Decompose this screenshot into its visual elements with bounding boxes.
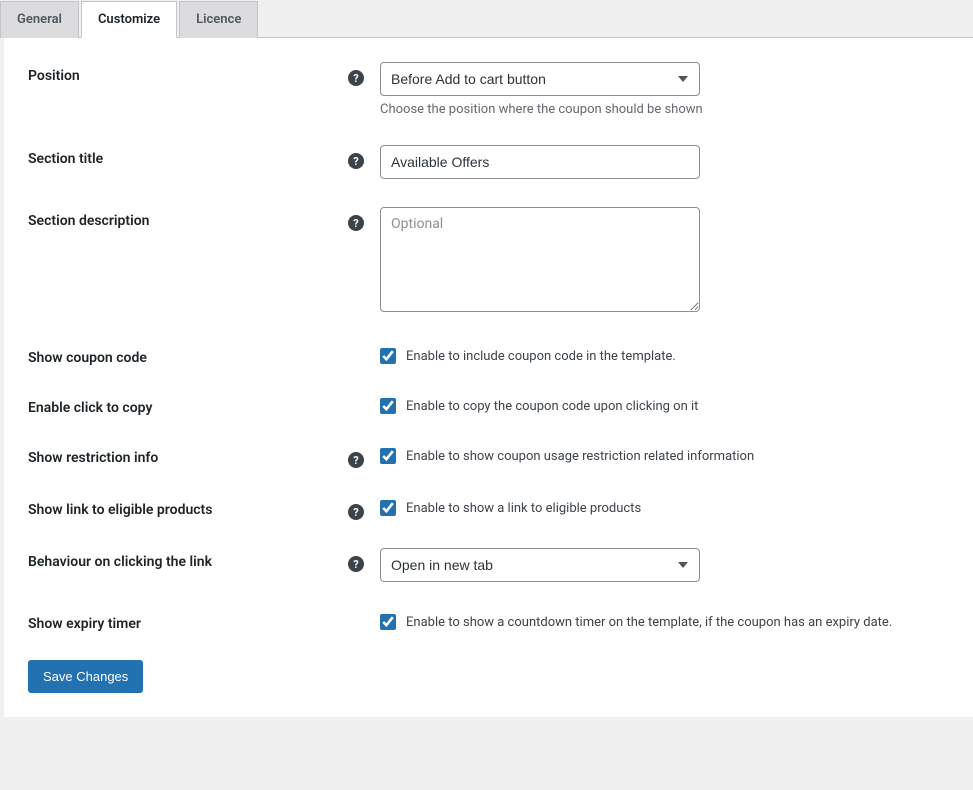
link-behaviour-label: Behaviour on clicking the link — [28, 548, 340, 570]
click-to-copy-row: Enable click to copy Enable to copy the … — [28, 394, 949, 416]
settings-panel: Position ? Before Add to cart button Cho… — [4, 38, 973, 717]
show-coupon-code-row: Show coupon code Enable to include coupo… — [28, 344, 949, 366]
position-row: Position ? Before Add to cart button Cho… — [28, 62, 949, 117]
expiry-timer-label: Show expiry timer — [28, 610, 340, 632]
show-coupon-code-checkbox-label: Enable to include coupon code in the tem… — [406, 349, 676, 364]
restriction-info-label: Show restriction info — [28, 444, 340, 466]
expiry-timer-row: Show expiry timer Enable to show a count… — [28, 610, 949, 632]
help-icon[interactable]: ? — [348, 556, 364, 572]
section-description-row: Section description ? — [28, 207, 949, 316]
eligible-products-label: Show link to eligible products — [28, 496, 340, 518]
help-icon[interactable]: ? — [348, 215, 364, 231]
section-description-textarea[interactable] — [380, 207, 700, 312]
eligible-products-checkbox[interactable] — [380, 500, 396, 516]
tab-licence[interactable]: Licence — [179, 1, 258, 38]
save-button[interactable]: Save Changes — [28, 660, 143, 693]
restriction-info-row: Show restriction info ? Enable to show c… — [28, 444, 949, 468]
help-icon[interactable]: ? — [348, 70, 364, 86]
expiry-timer-checkbox[interactable] — [380, 614, 396, 630]
eligible-products-checkbox-label: Enable to show a link to eligible produc… — [406, 501, 641, 516]
show-coupon-code-label: Show coupon code — [28, 344, 340, 366]
section-title-label: Section title — [28, 145, 340, 167]
restriction-info-checkbox[interactable] — [380, 448, 396, 464]
expiry-timer-checkbox-label: Enable to show a countdown timer on the … — [406, 615, 892, 630]
section-title-row: Section title ? — [28, 145, 949, 179]
click-to-copy-label: Enable click to copy — [28, 394, 340, 416]
tab-general[interactable]: General — [0, 1, 79, 38]
tabs-container: General Customize Licence — [0, 0, 973, 38]
position-description: Choose the position where the coupon sho… — [380, 102, 949, 117]
section-title-input[interactable] — [380, 145, 700, 179]
section-description-label: Section description — [28, 207, 340, 229]
position-label: Position — [28, 62, 340, 84]
show-coupon-code-checkbox[interactable] — [380, 348, 396, 364]
click-to-copy-checkbox[interactable] — [380, 398, 396, 414]
help-icon[interactable]: ? — [348, 504, 364, 520]
restriction-info-checkbox-label: Enable to show coupon usage restriction … — [406, 449, 754, 464]
eligible-products-row: Show link to eligible products ? Enable … — [28, 496, 949, 520]
position-select[interactable]: Before Add to cart button — [380, 62, 700, 96]
help-icon[interactable]: ? — [348, 153, 364, 169]
help-icon[interactable]: ? — [348, 452, 364, 468]
click-to-copy-checkbox-label: Enable to copy the coupon code upon clic… — [406, 399, 698, 414]
link-behaviour-row: Behaviour on clicking the link ? Open in… — [28, 548, 949, 582]
submit-row: Save Changes — [28, 660, 949, 693]
tab-customize[interactable]: Customize — [81, 1, 177, 38]
link-behaviour-select[interactable]: Open in new tab — [380, 548, 700, 582]
